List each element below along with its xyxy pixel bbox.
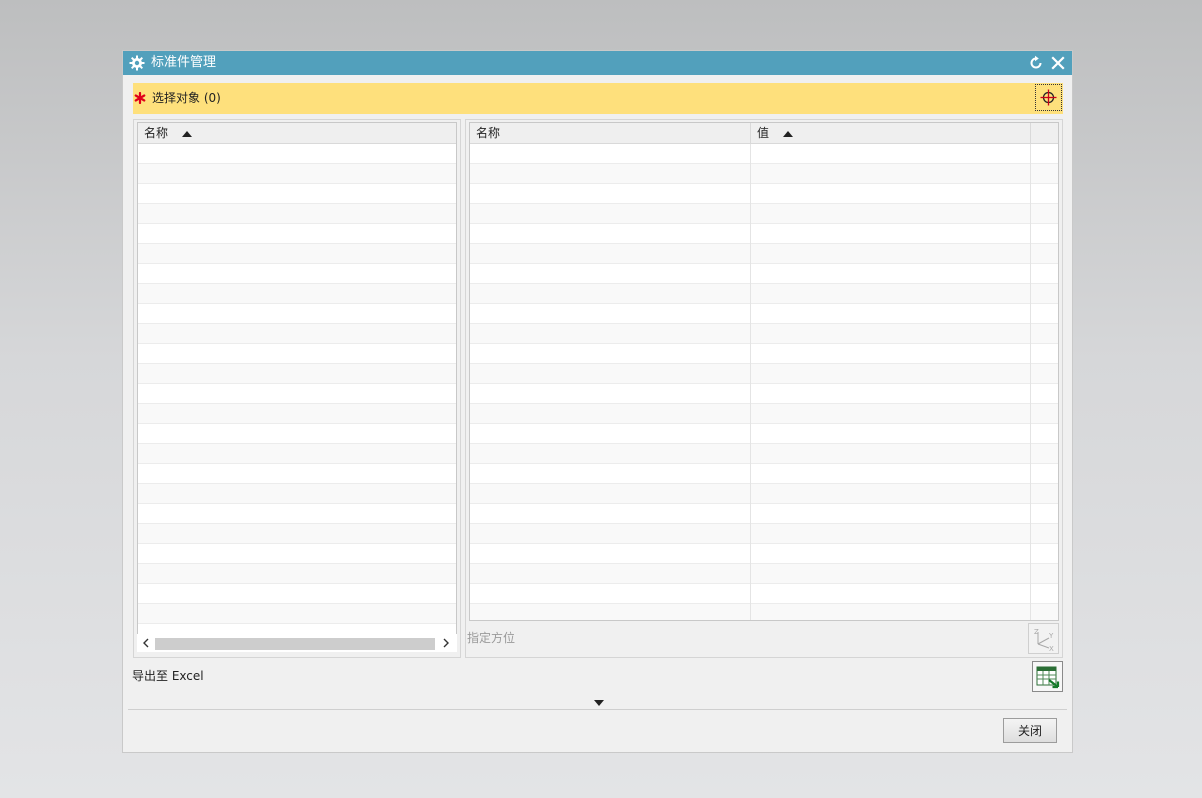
table-row[interactable] xyxy=(138,304,456,324)
table-row[interactable] xyxy=(470,284,1058,304)
column-divider xyxy=(1030,144,1031,620)
table-row[interactable] xyxy=(470,304,1058,324)
table-row[interactable] xyxy=(470,324,1058,344)
table-row[interactable] xyxy=(470,164,1058,184)
crosshair-icon xyxy=(1040,89,1057,106)
table-row[interactable] xyxy=(470,544,1058,564)
select-object-label: 选择对象 (0) xyxy=(152,91,221,105)
table-row[interactable] xyxy=(470,384,1058,404)
table-row[interactable] xyxy=(138,604,456,624)
table-row[interactable] xyxy=(470,184,1058,204)
reset-icon[interactable] xyxy=(1028,55,1044,71)
table-row[interactable] xyxy=(138,344,456,364)
table-row[interactable] xyxy=(138,564,456,584)
required-star-icon xyxy=(134,92,146,104)
table-row[interactable] xyxy=(138,144,456,164)
table-row[interactable] xyxy=(470,524,1058,544)
table-row[interactable] xyxy=(470,424,1058,444)
sort-ascending-icon xyxy=(783,130,794,137)
close-icon[interactable] xyxy=(1050,55,1066,71)
table-header: 名称 值 xyxy=(470,123,1058,144)
table-row[interactable] xyxy=(470,564,1058,584)
table-row[interactable] xyxy=(138,164,456,184)
export-excel-label: 导出至 Excel xyxy=(132,669,204,683)
table-row[interactable] xyxy=(470,604,1058,620)
table-row[interactable] xyxy=(470,204,1058,224)
table-row[interactable] xyxy=(470,224,1058,244)
scroll-right-icon[interactable] xyxy=(440,637,452,649)
dialog-title: 标准件管理 xyxy=(151,55,217,70)
table-row[interactable] xyxy=(138,464,456,484)
table-row[interactable] xyxy=(470,264,1058,284)
table-row[interactable] xyxy=(470,244,1058,264)
specify-orientation-button[interactable]: Z Y X xyxy=(1028,623,1059,654)
table-row[interactable] xyxy=(470,404,1058,424)
table-rows xyxy=(470,144,1058,620)
table-row[interactable] xyxy=(138,404,456,424)
dialog-titlebar: 标准件管理 xyxy=(123,51,1072,75)
table-row[interactable] xyxy=(138,524,456,544)
properties-panel: 名称 值 指定方位 Z Y X xyxy=(465,119,1063,658)
table-row[interactable] xyxy=(470,444,1058,464)
horizontal-scrollbar[interactable] xyxy=(137,634,457,652)
table-row[interactable] xyxy=(470,344,1058,364)
table-row[interactable] xyxy=(470,584,1058,604)
column-header-label: 名称 xyxy=(476,126,501,140)
properties-table[interactable]: 名称 值 xyxy=(469,122,1059,621)
standard-parts-list[interactable]: 名称 xyxy=(137,122,457,652)
scroll-left-icon[interactable] xyxy=(140,637,152,649)
table-row[interactable] xyxy=(470,504,1058,524)
column-divider xyxy=(750,144,751,620)
sort-ascending-icon xyxy=(182,130,193,137)
axis-y-label: Y xyxy=(1048,632,1054,640)
table-row[interactable] xyxy=(138,544,456,564)
table-row[interactable] xyxy=(138,224,456,244)
select-object-row[interactable]: 选择对象 (0) xyxy=(133,83,1063,114)
table-row[interactable] xyxy=(138,204,456,224)
scrollbar-thumb[interactable] xyxy=(155,638,435,650)
table-row[interactable] xyxy=(138,184,456,204)
table-row[interactable] xyxy=(470,364,1058,384)
specify-orientation-label: 指定方位 xyxy=(467,631,516,645)
standard-parts-dialog: 标准件管理 选择对象 (0) 名称 名称 值 指定方位 Z Y X 导出至 Ex… xyxy=(122,50,1073,753)
axis-x-label: X xyxy=(1049,645,1054,653)
standard-parts-list-panel: 名称 xyxy=(133,119,461,658)
table-row[interactable] xyxy=(138,444,456,464)
column-header-name[interactable]: 名称 xyxy=(138,123,456,144)
column-header-label: 值 xyxy=(757,126,770,140)
table-row[interactable] xyxy=(138,284,456,304)
table-row[interactable] xyxy=(138,364,456,384)
close-button[interactable]: 关闭 xyxy=(1003,718,1057,743)
column-header-value[interactable]: 值 xyxy=(751,123,1031,144)
column-header-name[interactable]: 名称 xyxy=(470,123,751,144)
table-row[interactable] xyxy=(470,484,1058,504)
table-row[interactable] xyxy=(138,504,456,524)
table-row[interactable] xyxy=(138,244,456,264)
table-row[interactable] xyxy=(470,464,1058,484)
csys-orientation-icon: Z Y X xyxy=(1034,628,1054,653)
list-header: 名称 xyxy=(138,123,456,144)
table-row[interactable] xyxy=(138,264,456,284)
table-row[interactable] xyxy=(138,324,456,344)
excel-export-icon xyxy=(1036,666,1060,689)
table-row[interactable] xyxy=(138,424,456,444)
column-header-label: 名称 xyxy=(144,126,169,140)
footer-divider xyxy=(128,709,1067,710)
axis-z-label: Z xyxy=(1034,628,1039,636)
table-row[interactable] xyxy=(138,584,456,604)
export-excel-button[interactable] xyxy=(1032,661,1063,692)
select-object-button[interactable] xyxy=(1035,84,1062,111)
list-rows xyxy=(138,144,456,644)
expand-more-icon[interactable] xyxy=(594,700,604,706)
table-row[interactable] xyxy=(470,144,1058,164)
table-row[interactable] xyxy=(138,384,456,404)
table-row[interactable] xyxy=(138,484,456,504)
gear-icon xyxy=(129,55,145,71)
